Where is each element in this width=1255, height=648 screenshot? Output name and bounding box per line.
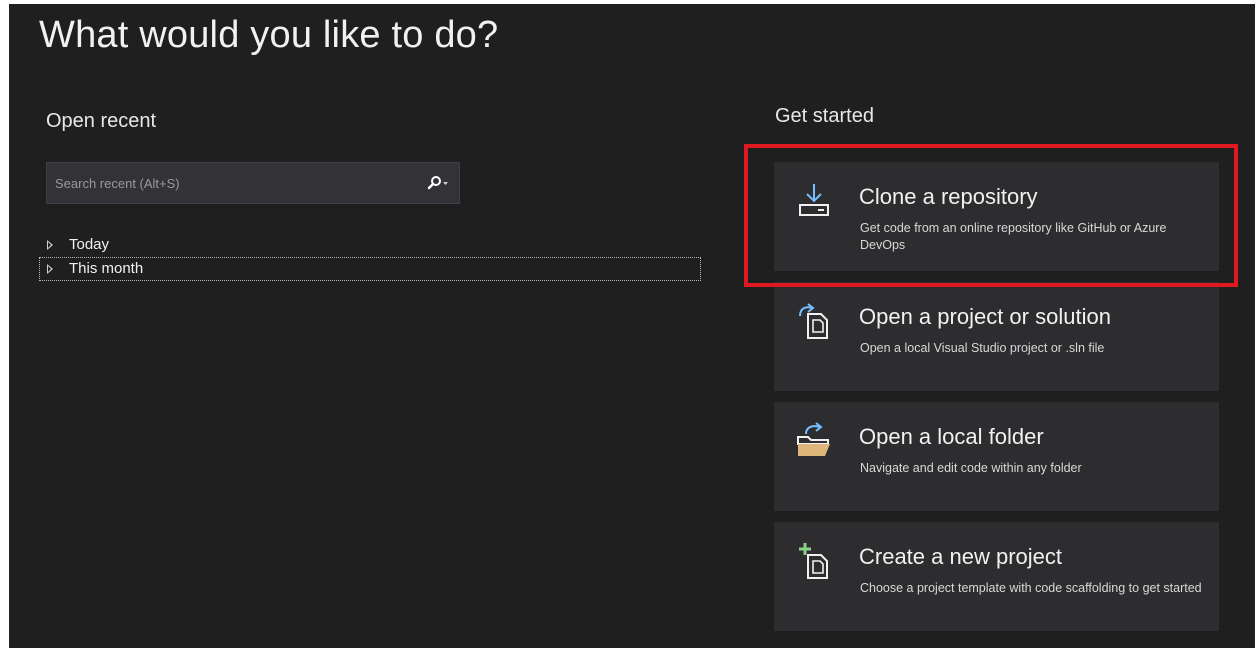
recent-group-today[interactable]: Today [39, 233, 701, 257]
recent-group-label: This month [69, 260, 144, 277]
expand-arrow-icon[interactable] [47, 240, 53, 250]
create-new-project-card[interactable]: Create a new project Choose a project te… [774, 522, 1219, 631]
search-button[interactable] [421, 171, 455, 195]
open-project-card[interactable]: Open a project or solution Open a local … [774, 282, 1219, 391]
card-title: Clone a repository [859, 184, 1038, 209]
page-title: What would you like to do? [39, 14, 499, 56]
new-project-icon [799, 543, 828, 579]
recent-group-this-month[interactable]: This month [39, 257, 701, 281]
clone-download-icon [799, 184, 829, 216]
card-title: Open a project or solution [859, 304, 1111, 329]
card-title: Create a new project [859, 544, 1062, 569]
expand-arrow-icon[interactable] [47, 264, 53, 274]
search-icon [427, 176, 448, 190]
clone-repository-card[interactable]: Clone a repository Get code from an onli… [774, 162, 1219, 271]
open-folder-icon [797, 422, 830, 456]
card-description: Open a local Visual Studio project or .s… [860, 341, 1105, 355]
recent-group-label: Today [69, 236, 110, 253]
card-title: Open a local folder [859, 424, 1044, 449]
card-description: Choose a project template with code scaf… [860, 581, 1202, 595]
get-started-title: Get started [775, 105, 874, 127]
card-description: Get code from an online repository like … [860, 221, 1167, 252]
search-recent-input[interactable] [55, 163, 415, 203]
search-recent-box [46, 162, 460, 204]
open-recent-title: Open recent [46, 110, 157, 132]
recent-tree: Today This month [39, 233, 701, 281]
start-window: What would you like to do? Open recent T… [9, 4, 1255, 648]
chevron-down-icon [443, 182, 448, 185]
card-description: Navigate and edit code within any folder [860, 461, 1082, 475]
open-folder-card[interactable]: Open a local folder Navigate and edit co… [774, 402, 1219, 511]
open-project-icon [799, 303, 828, 339]
